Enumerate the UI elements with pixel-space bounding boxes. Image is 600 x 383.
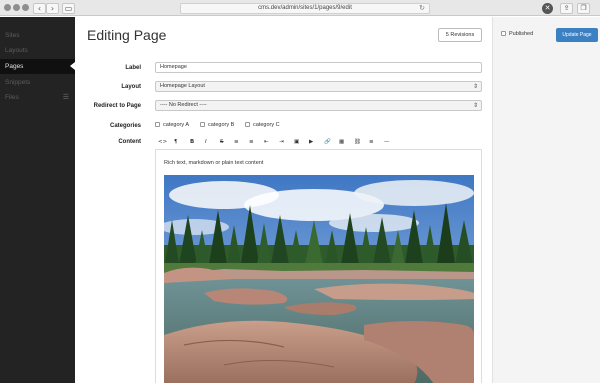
close-window-icon[interactable] <box>4 4 11 11</box>
redirect-select[interactable]: ---- No Redirect ---- <box>155 100 482 111</box>
category-c-checkbox[interactable]: category C <box>245 122 280 129</box>
checkbox[interactable] <box>200 122 205 128</box>
page-title: Editing Page <box>87 27 167 43</box>
sidebar-item-snippets[interactable]: Snippets <box>0 75 75 90</box>
maximize-window-icon[interactable] <box>22 4 29 11</box>
outdent-icon[interactable]: ⇤ <box>264 137 269 147</box>
url-bar[interactable]: cms.dev/admin/sites/1/pages/9/edit ↻ <box>180 3 430 14</box>
published-checkbox[interactable]: Published <box>501 31 533 37</box>
category-label: category A <box>163 122 189 128</box>
landscape-image <box>164 175 474 383</box>
categories-field-label: Categories <box>109 123 141 129</box>
browser-chrome: ‹ › ▭ cms.dev/admin/sites/1/pages/9/edit… <box>0 0 600 16</box>
revisions-button[interactable]: 5 Revisions <box>438 28 482 42</box>
redirect-field-label: Redirect to Page <box>93 103 141 109</box>
url-text: cms.dev/admin/sites/1/pages/9/edit <box>258 5 352 11</box>
content-field-label: Content <box>118 139 141 145</box>
horizontal-rule-icon[interactable]: — <box>384 137 390 147</box>
bold-icon[interactable]: B <box>190 137 194 147</box>
sidebar-item-layouts[interactable]: Layouts <box>0 43 75 58</box>
checkbox[interactable] <box>155 122 160 128</box>
tabs-icon[interactable]: ❐ <box>577 3 590 14</box>
sidebar-item-sites[interactable]: Sites <box>0 28 75 43</box>
category-label: category B <box>208 122 235 128</box>
published-label: Published <box>509 31 534 37</box>
sidebar-toggle-icon[interactable]: ▭ <box>62 3 75 14</box>
checkbox[interactable] <box>501 31 506 37</box>
extension-icon[interactable]: ✕ <box>542 3 553 14</box>
update-page-button[interactable]: Update Page <box>556 28 598 42</box>
paragraph-icon[interactable]: ¶ <box>174 137 178 147</box>
editor-text: Rich text, markdown or plain text conten… <box>164 160 264 166</box>
forward-button[interactable]: › <box>46 3 59 14</box>
content-editor[interactable]: Rich text, markdown or plain text conten… <box>155 149 482 383</box>
italic-icon[interactable]: I <box>205 137 207 147</box>
sidebar-item-files[interactable]: Files ☰ <box>0 90 75 105</box>
ordered-list-icon[interactable]: ≡ <box>249 137 254 147</box>
editor-toolbar: <> ¶ B I S ≡ ≡ ⇤ ⇥ ▣ ▶ 🔗 ▦ ⛓ ≡ — <box>155 137 482 148</box>
link-icon[interactable]: ⛓ <box>354 137 361 147</box>
reload-icon[interactable]: ↻ <box>419 4 425 13</box>
category-a-checkbox[interactable]: category A <box>155 122 189 129</box>
list-icon[interactable]: ☰ <box>63 90 69 105</box>
file-link-icon[interactable]: 🔗 <box>324 137 331 147</box>
category-label: category C <box>253 122 280 128</box>
category-b-checkbox[interactable]: category B <box>200 122 234 129</box>
table-icon[interactable]: ▦ <box>339 137 344 147</box>
label-input[interactable]: Homepage <box>155 62 482 73</box>
unordered-list-icon[interactable]: ≡ <box>234 137 239 147</box>
align-icon[interactable]: ≡ <box>369 137 374 147</box>
indent-icon[interactable]: ⇥ <box>279 137 284 147</box>
image-icon[interactable]: ▣ <box>294 137 299 147</box>
sidebar: Sites Layouts Pages Snippets Files ☰ <box>0 17 75 383</box>
sidebar-item-label: Layouts <box>5 47 28 54</box>
back-button[interactable]: ‹ <box>33 3 46 14</box>
sidebar-item-label: Files <box>5 94 19 101</box>
publish-panel: Published Update Page <box>492 17 600 383</box>
layout-select[interactable]: Homepage Layout <box>155 81 482 92</box>
sidebar-item-pages[interactable]: Pages <box>0 59 75 74</box>
sidebar-item-label: Pages <box>5 63 24 70</box>
checkbox[interactable] <box>245 122 250 128</box>
main-content: Editing Page 5 Revisions Label Homepage … <box>75 17 492 383</box>
sidebar-item-label: Snippets <box>5 79 31 86</box>
sidebar-item-label: Sites <box>5 32 20 39</box>
layout-field-label: Layout <box>121 84 141 90</box>
strikethrough-icon[interactable]: S <box>220 137 224 147</box>
label-field-label: Label <box>125 65 141 71</box>
video-icon[interactable]: ▶ <box>309 137 313 147</box>
html-source-icon[interactable]: <> <box>158 137 167 147</box>
minimize-window-icon[interactable] <box>13 4 20 11</box>
share-icon[interactable]: ⇪ <box>560 3 573 14</box>
